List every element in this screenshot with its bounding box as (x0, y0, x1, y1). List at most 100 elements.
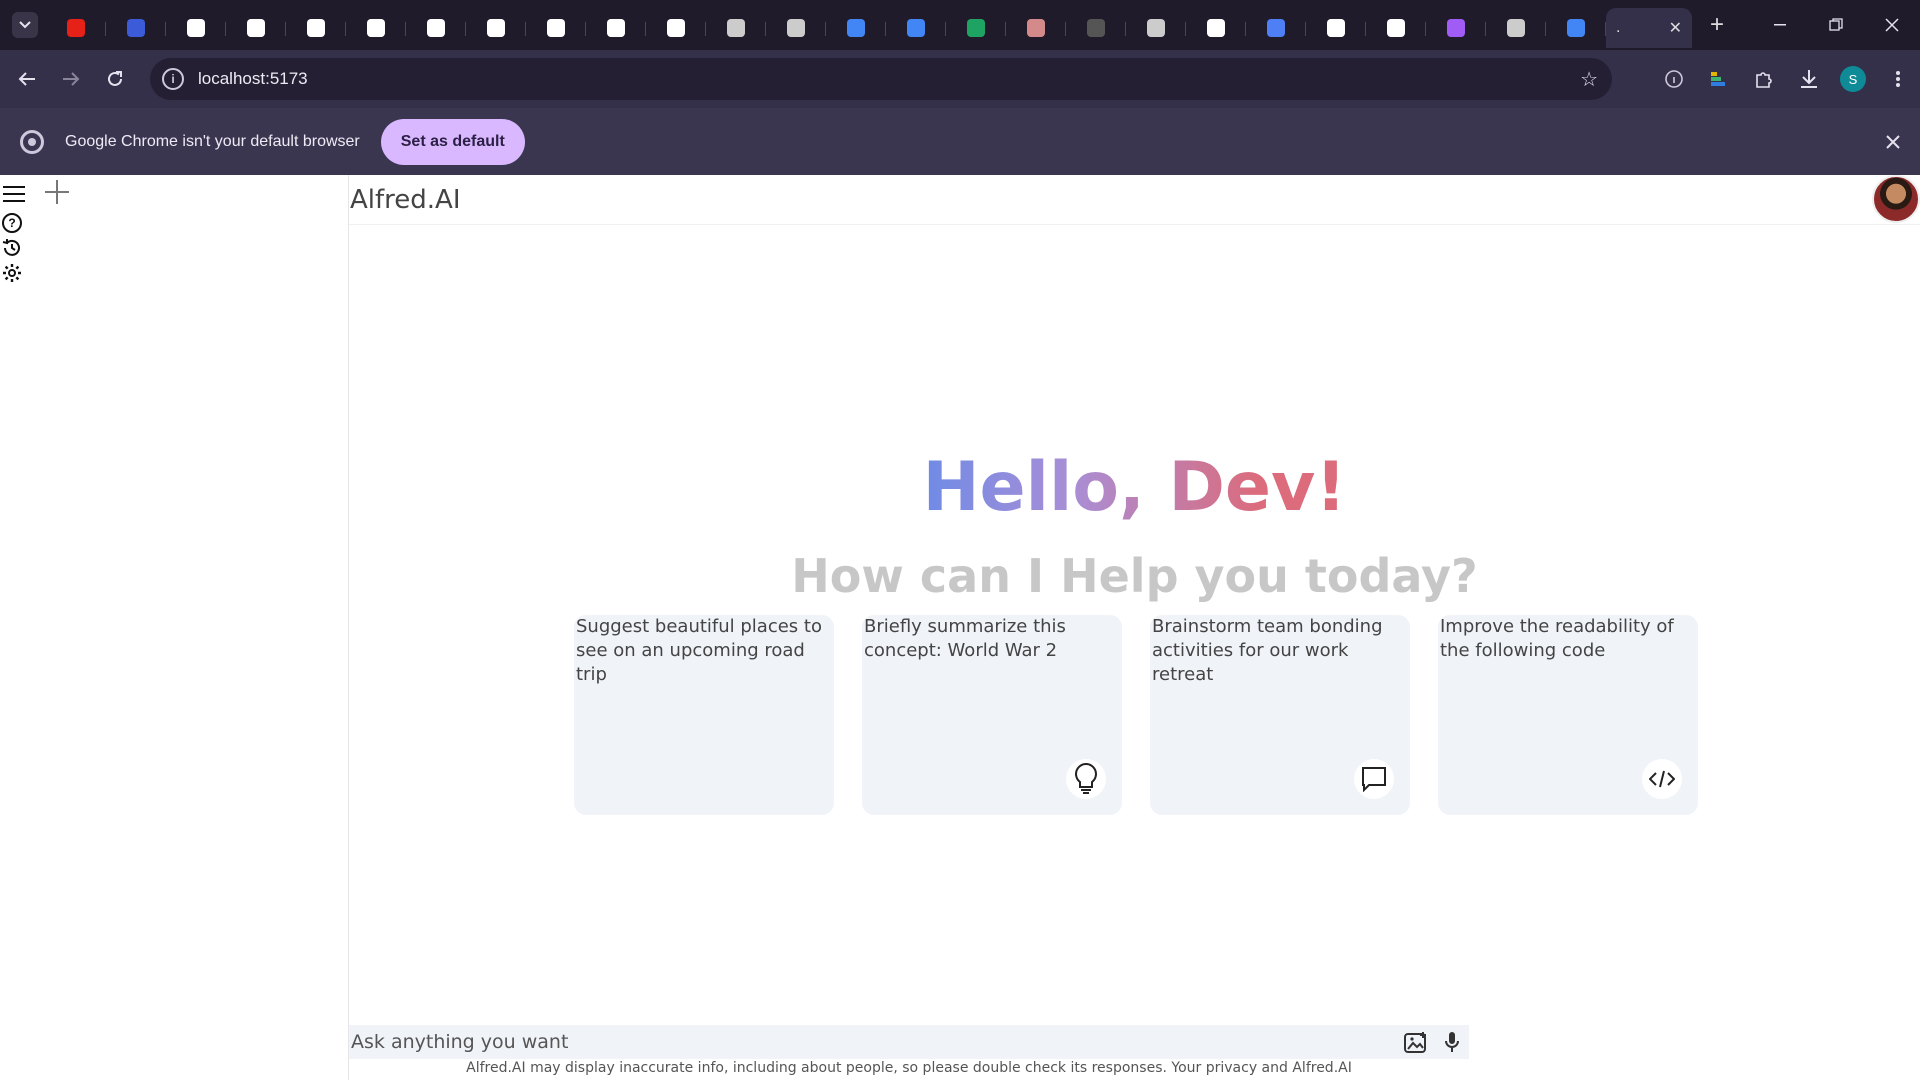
greeting-heading: Hello, Dev! (349, 448, 1920, 527)
arrow-right-icon (63, 72, 80, 86)
browser-toolbar: i localhost:5173 ☆ S (0, 50, 1920, 108)
new-tab-button[interactable]: + (1702, 10, 1732, 40)
menu-hamburger-icon[interactable] (3, 183, 25, 205)
set-as-default-button[interactable]: Set as default (380, 118, 525, 165)
browser-tab[interactable] (826, 8, 886, 48)
infobar-close-button[interactable] (1886, 129, 1900, 155)
close-icon (1885, 18, 1899, 32)
browser-tab[interactable] (1426, 8, 1486, 48)
message-icon (1354, 759, 1394, 799)
site-info-icon[interactable]: i (162, 68, 184, 90)
suggestion-card[interactable]: Improve the readability of the following… (1438, 615, 1698, 815)
address-bar[interactable]: i localhost:5173 ☆ (150, 58, 1612, 100)
url-text[interactable]: localhost:5173 (198, 69, 308, 89)
more-vertical-icon (1895, 71, 1900, 87)
browser-tab[interactable] (946, 8, 1006, 48)
app-dark-icon (1087, 19, 1105, 37)
gemini-icon (1267, 19, 1285, 37)
greeting-text: Hello, Dev! (922, 448, 1347, 527)
close-tab-icon[interactable]: ✕ (1669, 18, 1682, 38)
app-sidebar: ? (0, 175, 349, 1080)
browser-tab[interactable] (586, 8, 646, 48)
browser-tab[interactable] (46, 8, 106, 48)
close-window-button[interactable] (1864, 0, 1920, 50)
close-icon (1886, 134, 1900, 149)
openai-icon (727, 19, 745, 37)
a-logo-icon (1207, 19, 1225, 37)
browser-tab[interactable] (166, 8, 226, 48)
suggestion-card[interactable]: Briefly summarize this concept: World Wa… (862, 615, 1122, 815)
extension-button[interactable] (1696, 50, 1741, 108)
bookmark-star-icon[interactable]: ☆ (1580, 67, 1598, 92)
card-text: Suggest beautiful places to see on an up… (576, 616, 822, 685)
image-upload-icon[interactable] (1403, 1029, 1429, 1055)
browser-tab[interactable] (1006, 8, 1066, 48)
prompt-bar (349, 1025, 1469, 1059)
sheets-icon (967, 19, 985, 37)
active-tab-label: . (1616, 19, 1621, 36)
download-icon (1800, 70, 1817, 88)
restore-button[interactable] (1808, 0, 1864, 50)
globe-icon (787, 19, 805, 37)
back-button[interactable] (5, 57, 49, 101)
gear-icon (3, 264, 21, 282)
browser-tab[interactable] (1126, 8, 1186, 48)
downloads-button[interactable] (1786, 50, 1831, 108)
vite-icon (1447, 19, 1465, 37)
browser-tab[interactable] (1546, 8, 1606, 48)
prompt-input[interactable] (351, 1026, 1351, 1058)
help-icon[interactable]: ? (2, 213, 22, 233)
b-logo-icon (547, 19, 565, 37)
google-icon (847, 19, 865, 37)
a-logo-icon (667, 19, 685, 37)
microphone-icon[interactable] (1439, 1029, 1465, 1055)
browser-tab[interactable] (1246, 8, 1306, 48)
plus-icon (45, 180, 69, 204)
a-logo-icon (247, 19, 265, 37)
a-logo-icon (487, 19, 505, 37)
tab-list: . ✕ (46, 0, 1692, 50)
puzzle-icon (1755, 72, 1772, 88)
chrome-menu-button[interactable] (1875, 50, 1920, 108)
suggestion-card[interactable]: Suggest beautiful places to see on an up… (574, 615, 834, 815)
reload-button[interactable] (93, 57, 137, 101)
minimize-button[interactable] (1752, 0, 1808, 50)
browser-tab[interactable] (646, 8, 706, 48)
user-avatar[interactable] (1872, 175, 1920, 223)
browser-tab[interactable] (106, 8, 166, 48)
reload-icon (108, 71, 122, 86)
b-logo-icon (367, 19, 385, 37)
browser-tab[interactable] (1366, 8, 1426, 48)
minimize-icon (1774, 24, 1786, 26)
browser-tab[interactable] (406, 8, 466, 48)
suggestion-cards: Suggest beautiful places to see on an up… (574, 615, 1698, 815)
browser-tab-strip: . ✕ + (0, 0, 1920, 50)
browser-tab[interactable] (886, 8, 946, 48)
history-icon[interactable] (2, 238, 22, 258)
extension-info-button[interactable] (1651, 50, 1696, 108)
extensions-button[interactable] (1741, 50, 1786, 108)
browser-tab[interactable] (466, 8, 526, 48)
profile-avatar-button[interactable]: S (1840, 66, 1866, 92)
browser-tab[interactable] (1486, 8, 1546, 48)
browser-tab[interactable] (226, 8, 286, 48)
tab-search-button[interactable] (12, 12, 38, 38)
browser-tab-active[interactable]: . ✕ (1606, 8, 1692, 48)
browser-tab[interactable] (526, 8, 586, 48)
forward-button[interactable] (49, 57, 93, 101)
browser-tab[interactable] (286, 8, 346, 48)
browser-tab[interactable] (766, 8, 826, 48)
new-chat-plus-icon[interactable] (42, 177, 72, 207)
browser-tab[interactable] (706, 8, 766, 48)
triangle-icon (1387, 19, 1405, 37)
browser-tab[interactable] (1066, 8, 1126, 48)
browser-tab[interactable] (1306, 8, 1366, 48)
suggestion-card[interactable]: Brainstorm team bonding activities for o… (1150, 615, 1410, 815)
browser-tab[interactable] (346, 8, 406, 48)
history-clock-icon (2, 239, 20, 256)
browser-tab[interactable] (1186, 8, 1246, 48)
settings-gear-icon[interactable] (1, 262, 23, 284)
chevron-down-icon (19, 21, 31, 29)
app-brand-title: Alfred.AI (350, 185, 461, 215)
arrow-left-icon (18, 72, 35, 86)
